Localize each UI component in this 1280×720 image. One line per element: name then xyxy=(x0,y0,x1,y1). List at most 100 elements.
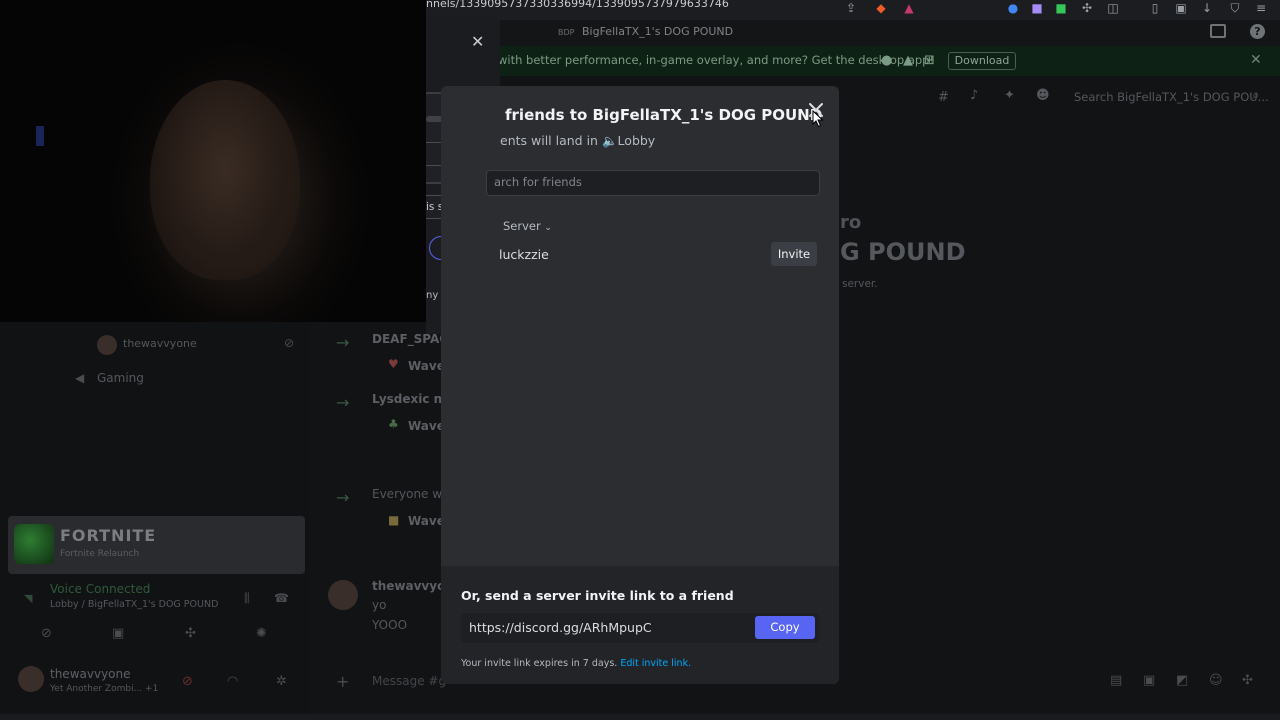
members-icon[interactable]: ☻ xyxy=(1036,88,1050,103)
subtitle-text: ents will land in xyxy=(500,133,598,148)
browser-url[interactable]: nnels/1339095737330336994/13390957379796… xyxy=(426,0,729,10)
threads-icon[interactable]: # xyxy=(938,90,949,105)
copy-button[interactable]: Copy xyxy=(755,616,815,639)
speaker-icon: 🔈 xyxy=(601,133,618,148)
message-author: Lysdexic na xyxy=(372,392,451,406)
invite-link-value[interactable]: https://discord.gg/ARhMpupC xyxy=(469,620,652,635)
game-subtitle: Fortnite Relaunch xyxy=(60,549,140,559)
welcome-heading-partial: ro xyxy=(840,212,862,233)
message-author: Everyone w xyxy=(372,487,443,501)
invite-link-heading: Or, send a server invite link to a frien… xyxy=(461,588,734,603)
avatar xyxy=(328,580,358,610)
chat-message: yo xyxy=(372,598,387,612)
noise-suppression-icon[interactable]: ⫼ xyxy=(244,591,250,606)
search-bar[interactable]: Search BigFellaTX_1's DOG POU... xyxy=(1074,90,1269,104)
message-input[interactable]: Message #g xyxy=(372,674,446,688)
apps-icon[interactable]: ✣ xyxy=(1242,673,1253,688)
voice-member[interactable]: thewavvyone xyxy=(123,337,197,350)
chevron-down-icon: ⌄ xyxy=(544,223,552,233)
muted-icon: ⊘ xyxy=(284,336,295,350)
download-button[interactable]: Download xyxy=(948,52,1016,70)
add-attachment-icon[interactable]: + xyxy=(336,672,349,691)
share-icon[interactable]: ⇪ xyxy=(844,1,858,15)
windows-icon: ⊞ xyxy=(924,53,935,68)
server-section-header[interactable]: Server ⌄ xyxy=(503,219,552,233)
wave-button[interactable]: Wave xyxy=(408,359,445,373)
activity-icon[interactable]: ✣ xyxy=(185,626,196,641)
speaker-icon: ◀ xyxy=(75,371,85,385)
channel-gaming[interactable]: Gaming xyxy=(97,371,144,385)
invite-button[interactable]: Invite xyxy=(771,242,817,266)
extension-icon[interactable]: ● xyxy=(1006,1,1020,15)
download-icon[interactable]: ↓ xyxy=(1200,1,1214,15)
camera-off-icon[interactable]: ⊘ xyxy=(41,626,52,641)
disconnect-icon[interactable]: ☎ xyxy=(274,591,289,605)
message-author: DEAF_SPAC xyxy=(372,332,449,346)
sidebar-icon[interactable]: ▯ xyxy=(1148,1,1162,15)
apple-icon: ● xyxy=(881,53,893,68)
wave-button[interactable]: Wave xyxy=(408,514,445,528)
mouse-cursor-icon xyxy=(812,110,824,128)
brave-shield-icon[interactable]: ◆ xyxy=(874,1,888,15)
rewards-icon[interactable]: ▲ xyxy=(902,1,916,15)
close-icon[interactable]: ✕ xyxy=(471,32,484,51)
taskbar xyxy=(0,714,1280,720)
game-title: FORTNITE xyxy=(60,526,157,545)
sticker-icon: ♥ xyxy=(388,357,399,371)
notice-text: with better performance, in-game overlay… xyxy=(498,53,935,67)
extension-icon[interactable]: ■ xyxy=(1030,1,1044,15)
screen-share-icon[interactable]: ▣ xyxy=(112,626,124,641)
menu-icon[interactable]: ≡ xyxy=(1254,1,1268,15)
close-icon[interactable]: ✕ xyxy=(1250,52,1262,68)
friend-name: luckzzie xyxy=(499,247,549,262)
inbox-icon[interactable] xyxy=(1210,24,1226,38)
webcam-subject xyxy=(150,80,300,280)
gif-icon[interactable]: ▣ xyxy=(1143,673,1155,688)
voice-channel[interactable]: Lobby / BigFellaTX_1's DOG POUND xyxy=(50,599,218,610)
modal-title: friends to BigFellaTX_1's DOG POUND xyxy=(505,106,823,124)
expiry-text: Your invite link expires in 7 days. xyxy=(461,658,618,669)
mic-muted-icon[interactable]: ⊘ xyxy=(182,674,193,689)
sticker-icon: ♣ xyxy=(388,417,399,431)
welcome-sub-partial: server. xyxy=(842,278,878,290)
server-section-label: Server xyxy=(503,219,541,233)
lobby-channel: Lobby xyxy=(617,133,656,148)
vpn-icon[interactable]: ⛉ xyxy=(1228,1,1242,15)
gift-icon[interactable]: ▤ xyxy=(1110,673,1122,688)
user-name[interactable]: thewavvyone xyxy=(50,667,131,681)
modal-subtitle: ents will land in 🔈Lobby xyxy=(500,133,655,149)
signal-icon: ◥ xyxy=(24,592,33,605)
join-arrow-icon: → xyxy=(336,393,350,412)
extension-icon[interactable]: ◫ xyxy=(1106,1,1120,15)
help-icon[interactable]: ? xyxy=(1250,24,1265,39)
wallet-icon[interactable]: ▣ xyxy=(1174,1,1188,15)
pin-icon[interactable]: ✦ xyxy=(1004,88,1015,103)
user-status: Yet Another Zombi... +1 xyxy=(50,684,159,694)
avatar xyxy=(97,335,117,355)
server-tag: BDP xyxy=(558,28,575,37)
chat-message: YOOO xyxy=(372,618,408,632)
sticker-icon: ■ xyxy=(388,513,400,527)
wave-button[interactable]: Wave xyxy=(408,419,445,433)
puzzle-icon[interactable]: ✣ xyxy=(1080,1,1094,15)
bell-icon[interactable]: ♪ xyxy=(970,88,978,103)
invite-expiry-note: Your invite link expires in 7 days. Edit… xyxy=(461,658,691,669)
webcam-light xyxy=(36,126,44,146)
extension-icon[interactable]: ■ xyxy=(1054,1,1068,15)
android-icon: ▲ xyxy=(903,53,913,68)
join-arrow-icon: → xyxy=(336,488,350,507)
user-avatar[interactable] xyxy=(18,666,44,692)
search-icon[interactable]: ⌕ xyxy=(1252,88,1259,103)
edit-invite-link[interactable]: Edit invite link. xyxy=(620,658,691,669)
headset-icon[interactable]: ◠ xyxy=(227,674,238,689)
server-title: BigFellaTX_1's DOG POUND xyxy=(582,25,734,38)
emoji-icon[interactable]: ☺ xyxy=(1209,673,1223,688)
soundboard-icon[interactable]: ✺ xyxy=(256,626,267,641)
sticker-icon[interactable]: ◩ xyxy=(1176,673,1188,688)
voice-status[interactable]: Voice Connected xyxy=(50,582,150,596)
game-logo xyxy=(14,524,54,564)
join-arrow-icon: → xyxy=(336,333,350,352)
friend-search-placeholder: arch for friends xyxy=(494,175,582,189)
welcome-server-partial: G POUND xyxy=(840,238,966,266)
settings-gear-icon[interactable]: ✲ xyxy=(276,674,287,689)
